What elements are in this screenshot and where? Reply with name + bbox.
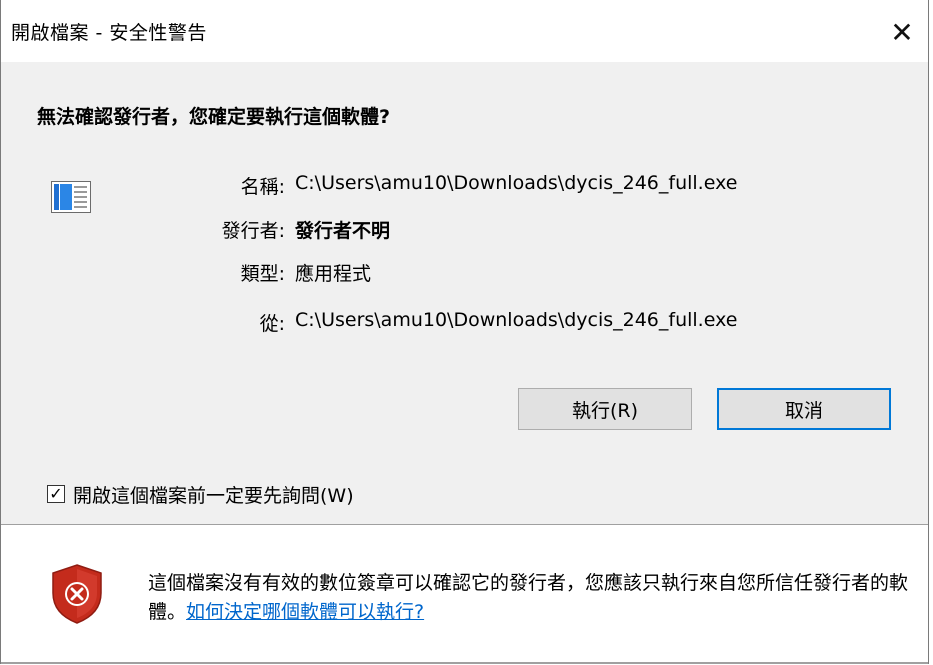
title-bar: 開啟檔案 - 安全性警告 ✕ <box>1 0 928 62</box>
always-ask-checkbox-row[interactable]: ✓ 開啟這個檔案前一定要先詢問(W) <box>47 479 354 509</box>
close-icon: ✕ <box>890 15 914 49</box>
type-value: 應用程式 <box>295 263 372 285</box>
window-title: 開啟檔案 - 安全性警告 <box>11 22 207 44</box>
always-ask-label[interactable]: 開啟這個檔案前一定要先詢問(W) <box>73 481 354 508</box>
footer-warning: 這個檔案沒有有效的數位簽章可以確認它的發行者，您應該只執行來自您所信任發行者的軟… <box>148 569 908 627</box>
cancel-button[interactable]: 取消 <box>717 388 891 430</box>
help-link[interactable]: 如何決定哪個軟體可以執行? <box>186 601 424 623</box>
security-warning-dialog: 開啟檔案 - 安全性警告 ✕ 無法確認發行者，您確定要執行這個軟體? 名稱: C… <box>0 0 929 665</box>
warning-heading: 無法確認發行者，您確定要執行這個軟體? <box>37 106 391 128</box>
publisher-label: 發行者: <box>221 220 285 242</box>
checkmark-icon: ✓ <box>49 484 63 503</box>
run-button[interactable]: 執行(R) <box>518 388 692 430</box>
main-panel: 無法確認發行者，您確定要執行這個軟體? 名稱: C:\Users\amu10\D… <box>1 62 928 524</box>
from-value: C:\Users\amu10\Downloads\dycis_246_full.… <box>295 309 738 331</box>
security-shield-error-icon <box>52 564 102 624</box>
application-window-icon <box>51 181 91 213</box>
publisher-value: 發行者不明 <box>295 220 391 242</box>
from-label: 從: <box>259 313 285 335</box>
type-label: 類型: <box>240 263 285 285</box>
name-label: 名稱: <box>240 176 285 198</box>
name-value: C:\Users\amu10\Downloads\dycis_246_full.… <box>295 172 738 194</box>
always-ask-checkbox[interactable]: ✓ <box>47 485 65 503</box>
footer-panel: 這個檔案沒有有效的數位簽章可以確認它的發行者，您應該只執行來自您所信任發行者的軟… <box>1 524 928 665</box>
close-button[interactable]: ✕ <box>880 10 924 54</box>
